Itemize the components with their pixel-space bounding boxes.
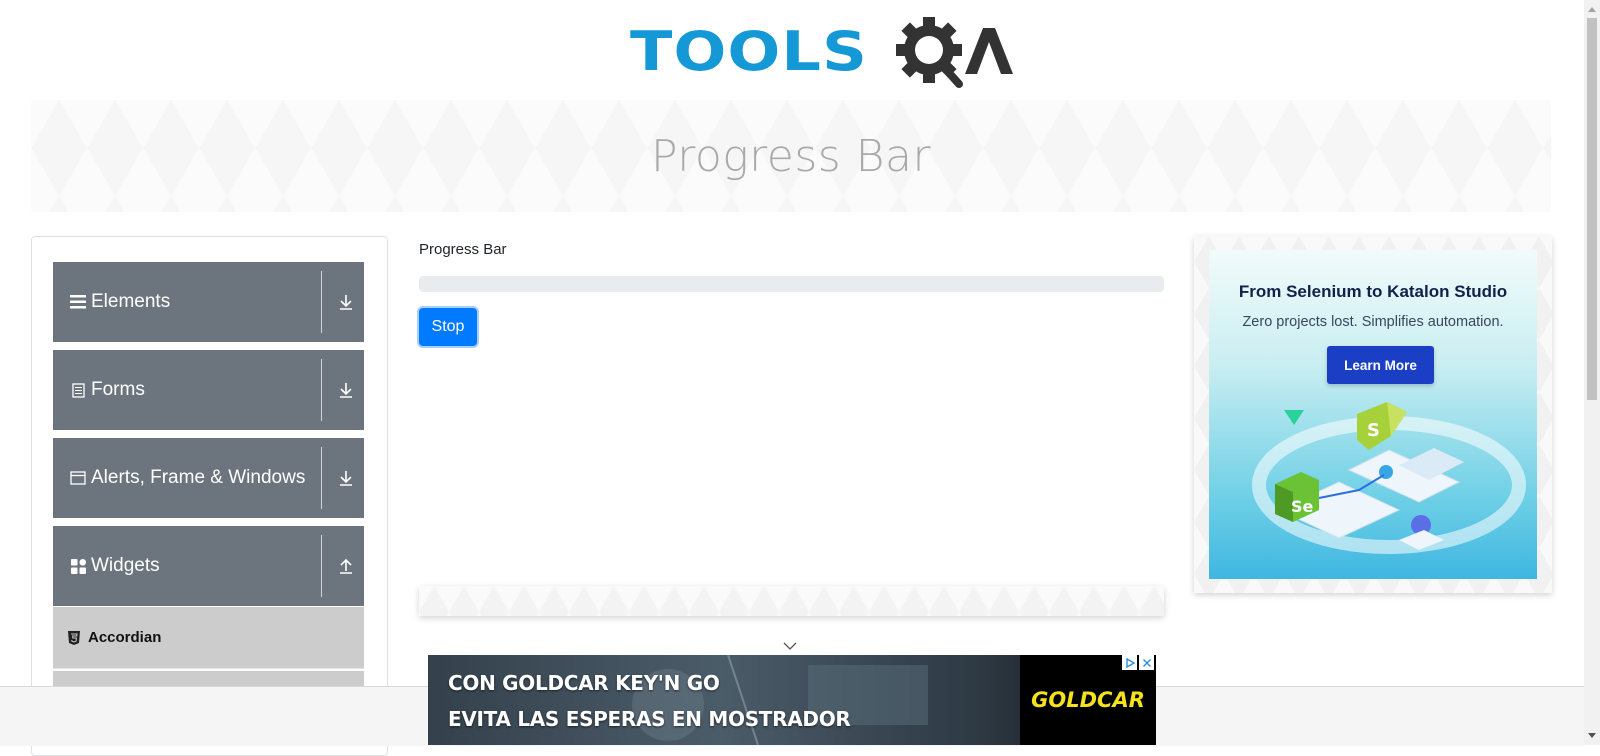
page-title: Progress Bar bbox=[650, 130, 932, 182]
sidebar-item-accordian[interactable]: Accordian bbox=[53, 607, 364, 669]
sidebar-group-alerts[interactable]: Alerts, Frame & Windows bbox=[53, 438, 364, 518]
sidebar-group-widgets[interactable]: Widgets bbox=[53, 526, 364, 606]
gear-magnifier-icon bbox=[895, 17, 1013, 88]
stop-button[interactable]: Stop bbox=[419, 308, 477, 346]
ad-line-1: CON GOLDCAR KEY'N GO bbox=[448, 671, 720, 695]
ad-line-2: EVITA LAS ESPERAS EN MOSTRADOR bbox=[448, 707, 851, 731]
ad-brand: GOLDCAR bbox=[1031, 688, 1145, 712]
logo-qa-mark: QA bbox=[895, 14, 1015, 90]
divider bbox=[321, 271, 322, 333]
document-icon bbox=[70, 382, 86, 398]
scroll-down-arrow-icon[interactable] bbox=[1588, 733, 1596, 739]
selenium-badge-text: Se bbox=[1291, 497, 1314, 516]
sidebar-group-label: Alerts, Frame & Windows bbox=[91, 467, 306, 488]
close-icon[interactable] bbox=[1139, 655, 1154, 670]
adchoices-icon[interactable] bbox=[1122, 655, 1137, 670]
ad-headline: From Selenium to Katalon Studio bbox=[1238, 282, 1508, 301]
divider bbox=[321, 447, 322, 509]
progress-bar bbox=[419, 276, 1164, 292]
progress-bar-label: Progress Bar bbox=[419, 241, 507, 258]
window-icon bbox=[70, 470, 86, 486]
logo-text: TOOLS bbox=[630, 20, 868, 83]
selenium-badge: Se bbox=[1275, 472, 1319, 522]
ad-illustration: Se S bbox=[1252, 402, 1526, 554]
scroll-up-arrow-icon[interactable] bbox=[1588, 6, 1596, 12]
ad-placeholder bbox=[419, 586, 1164, 616]
divider bbox=[321, 359, 322, 421]
download-arrow-icon[interactable] bbox=[336, 468, 356, 488]
site-logo[interactable]: TOOLS QA bbox=[630, 14, 1015, 90]
sidebar-group-elements[interactable]: Elements bbox=[53, 262, 364, 342]
sidebar: Elements Forms Alerts, Frame & Windows W… bbox=[31, 236, 388, 756]
ad-background-graphic bbox=[632, 655, 928, 745]
sidebar-group-forms[interactable]: Forms bbox=[53, 350, 364, 430]
katalon-ad[interactable]: From Selenium to Katalon Studio Zero pro… bbox=[1209, 250, 1537, 579]
sidebar-group-label: Widgets bbox=[91, 555, 160, 576]
page-banner: Progress Bar bbox=[31, 100, 1551, 212]
divider bbox=[321, 535, 322, 597]
scrollbar-thumb[interactable] bbox=[1587, 18, 1597, 400]
page-scrollbar[interactable] bbox=[1584, 0, 1600, 745]
sidebar-item-label: Accordian bbox=[88, 629, 162, 646]
widgets-grid-icon bbox=[70, 558, 86, 574]
goldcar-ad[interactable]: CON GOLDCAR KEY'N GO EVITA LAS ESPERAS E… bbox=[428, 655, 1156, 745]
ad-subline: Zero projects lost. Simplifies automatio… bbox=[1242, 314, 1504, 330]
html5-icon bbox=[68, 630, 80, 645]
menu-lines-icon bbox=[70, 294, 86, 310]
katalon-badge-text: S bbox=[1367, 420, 1380, 441]
learn-more-button[interactable]: Learn More bbox=[1327, 346, 1434, 384]
download-arrow-icon[interactable] bbox=[336, 292, 356, 312]
upload-arrow-icon[interactable] bbox=[336, 556, 356, 576]
sidebar-group-label: Elements bbox=[91, 291, 171, 312]
chevron-down-icon[interactable] bbox=[783, 642, 797, 650]
download-arrow-icon[interactable] bbox=[336, 380, 356, 400]
sidebar-group-label: Forms bbox=[91, 379, 145, 400]
